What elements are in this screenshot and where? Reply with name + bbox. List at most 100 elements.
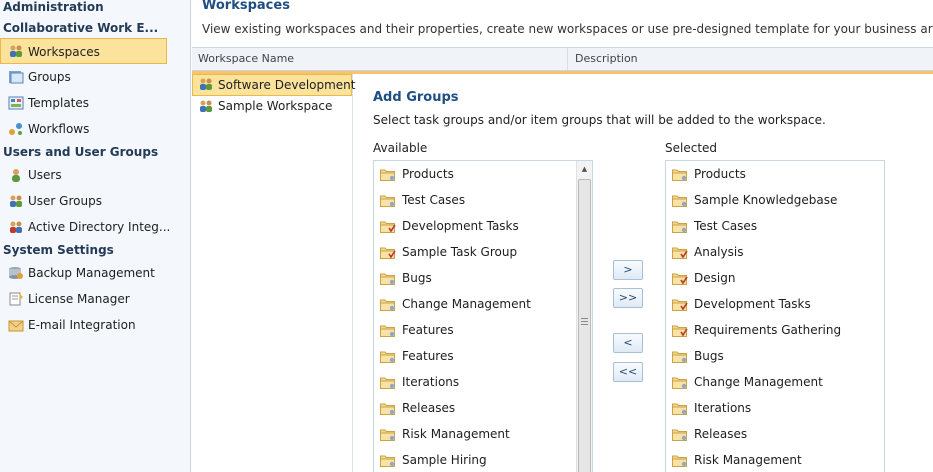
task-group-folder-icon <box>380 221 396 233</box>
task-group-folder-icon <box>672 325 688 337</box>
workspace-list: Software Development Sample Workspace <box>192 74 356 472</box>
available-groups-listbox[interactable]: Products Test Cases Development Tasks Sampl… <box>373 160 593 472</box>
available-group-item-label: Features <box>402 323 454 337</box>
selected-group-list-item[interactable]: Bugs <box>666 343 884 369</box>
sidebar-item-templates[interactable]: Templates <box>0 90 190 116</box>
available-group-item-label: Releases <box>402 401 456 415</box>
remove-selected-button[interactable]: < <box>613 333 643 353</box>
available-groups-scrollbar[interactable]: ▲ <box>576 161 592 472</box>
selected-group-list-item[interactable]: Iterations <box>666 395 884 421</box>
sidebar-item-label: Workflows <box>28 122 90 136</box>
sidebar-item-groups[interactable]: Groups <box>0 64 190 90</box>
available-group-list-item[interactable]: Iterations <box>374 369 592 395</box>
available-group-list-item[interactable]: Bugs <box>374 265 592 291</box>
selected-group-item-label: Analysis <box>694 245 744 259</box>
selected-group-list-item[interactable]: Sample Knowledgebase <box>666 187 884 213</box>
workspace-name: Software Development <box>218 78 356 92</box>
available-group-item-label: Development Tasks <box>402 219 519 233</box>
selected-group-list-item[interactable]: Design <box>666 265 884 291</box>
available-group-list-item[interactable]: Features <box>374 317 592 343</box>
workspace-icon <box>200 78 212 90</box>
item-group-folder-icon <box>380 377 395 389</box>
task-group-folder-icon <box>672 273 688 285</box>
selected-group-list-item[interactable]: Risk Management <box>666 447 884 472</box>
page-title: Workspaces <box>202 0 290 13</box>
main-content: Workspaces View existing workspaces and … <box>192 0 933 472</box>
selected-group-list-item[interactable]: Releases <box>666 421 884 447</box>
sidebar-item-label: Templates <box>28 96 90 110</box>
sidebar-item-label: E-mail Integration <box>28 318 136 332</box>
backup-icon <box>9 267 23 279</box>
active-directory-icon <box>10 221 22 233</box>
sidebar-item-license[interactable]: License Manager <box>0 286 190 312</box>
selected-groups-listbox[interactable]: Products Sample Knowledgebase Test Cases An… <box>665 160 885 472</box>
selected-group-item-label: Requirements Gathering <box>694 323 842 337</box>
available-group-list-item[interactable]: Releases <box>374 395 592 421</box>
add-selected-button[interactable]: > <box>613 260 643 280</box>
sidebar-item-email[interactable]: E-mail Integration <box>0 312 190 338</box>
sidebar-item-users[interactable]: Users <box>0 162 190 188</box>
item-group-folder-icon <box>672 403 687 415</box>
selected-group-item-label: Change Management <box>694 375 823 389</box>
available-group-list-item[interactable]: Sample Task Group <box>374 239 592 265</box>
available-group-list-item[interactable]: Sample Hiring <box>374 447 592 472</box>
selected-group-item-label: Design <box>694 271 736 285</box>
column-header-workspace-name[interactable]: Workspace Name <box>192 48 568 70</box>
sidebar-item-label: User Groups <box>28 194 102 208</box>
available-group-list-item[interactable]: Development Tasks <box>374 213 592 239</box>
sidebar-item-label: Backup Management <box>28 266 155 280</box>
sidebar-item-label: Users <box>28 168 62 182</box>
add-groups-panel: Add Groups Select task groups and/or ite… <box>373 74 933 472</box>
scroll-thumb[interactable] <box>578 179 591 472</box>
item-group-folder-icon <box>672 169 687 181</box>
sidebar-item-backup[interactable]: Backup Management <box>0 260 190 286</box>
add-all-button[interactable]: >> <box>613 288 643 308</box>
sidebar-item-active-directory[interactable]: Active Directory Integ... <box>0 214 190 240</box>
available-group-list-item[interactable]: Test Cases <box>374 187 592 213</box>
sidebar-section-administration: Administration <box>3 0 104 14</box>
sidebar-item-label: License Manager <box>28 292 130 306</box>
selected-group-list-item[interactable]: Test Cases <box>666 213 884 239</box>
add-groups-description: Select task groups and/or item groups th… <box>373 113 826 127</box>
sidebar-section-users[interactable]: Users and User Groups <box>0 142 190 162</box>
admin-sidebar: Administration Collaborative Work E... W… <box>0 0 191 472</box>
selected-group-list-item[interactable]: Products <box>666 161 884 187</box>
sidebar-item-workspaces[interactable]: Workspaces <box>0 38 167 64</box>
available-group-item-label: Bugs <box>402 271 432 285</box>
item-group-folder-icon <box>672 455 687 467</box>
sidebar-item-user-groups[interactable]: User Groups <box>0 188 190 214</box>
workspace-row-sample-workspace[interactable]: Sample Workspace <box>192 96 352 118</box>
item-group-folder-icon <box>672 429 687 441</box>
page-description: View existing workspaces and their prope… <box>202 22 933 36</box>
workspace-name: Sample Workspace <box>218 99 333 113</box>
item-group-folder-icon <box>380 169 395 181</box>
available-group-item-label: Products <box>402 167 454 181</box>
remove-all-button[interactable]: << <box>613 362 643 382</box>
selected-group-item-label: Releases <box>694 427 748 441</box>
workspace-row-software-development[interactable]: Software Development <box>192 74 356 96</box>
sidebar-section-collaborative[interactable]: Collaborative Work E... <box>0 18 190 38</box>
sidebar-item-workflows[interactable]: Workflows <box>0 116 190 142</box>
sidebar-section-system[interactable]: System Settings <box>0 240 190 260</box>
available-group-list-item[interactable]: Risk Management <box>374 421 592 447</box>
item-group-folder-icon <box>380 195 395 207</box>
selected-group-list-item[interactable]: Analysis <box>666 239 884 265</box>
selected-group-item-label: Test Cases <box>694 219 758 233</box>
selected-group-list-item[interactable]: Requirements Gathering <box>666 317 884 343</box>
user-groups-icon <box>10 195 22 207</box>
available-group-list-item[interactable]: Change Management <box>374 291 592 317</box>
available-group-list-item[interactable]: Products <box>374 161 592 187</box>
selected-group-list-item[interactable]: Development Tasks <box>666 291 884 317</box>
selected-group-list-item[interactable]: Change Management <box>666 369 884 395</box>
available-group-list-item[interactable]: Features <box>374 343 592 369</box>
item-group-folder-icon <box>380 325 395 337</box>
available-group-item-label: Change Management <box>402 297 531 311</box>
available-group-item-label: Features <box>402 349 454 363</box>
scroll-up-arrow-icon[interactable]: ▲ <box>577 161 592 177</box>
selected-label: Selected <box>665 141 718 155</box>
column-header-description[interactable]: Description <box>569 48 638 70</box>
sidebar-item-label: Active Directory Integ... <box>28 220 171 234</box>
item-group-folder-icon <box>380 403 395 415</box>
item-group-folder-icon <box>672 351 687 363</box>
selected-group-item-label: Iterations <box>694 401 752 415</box>
